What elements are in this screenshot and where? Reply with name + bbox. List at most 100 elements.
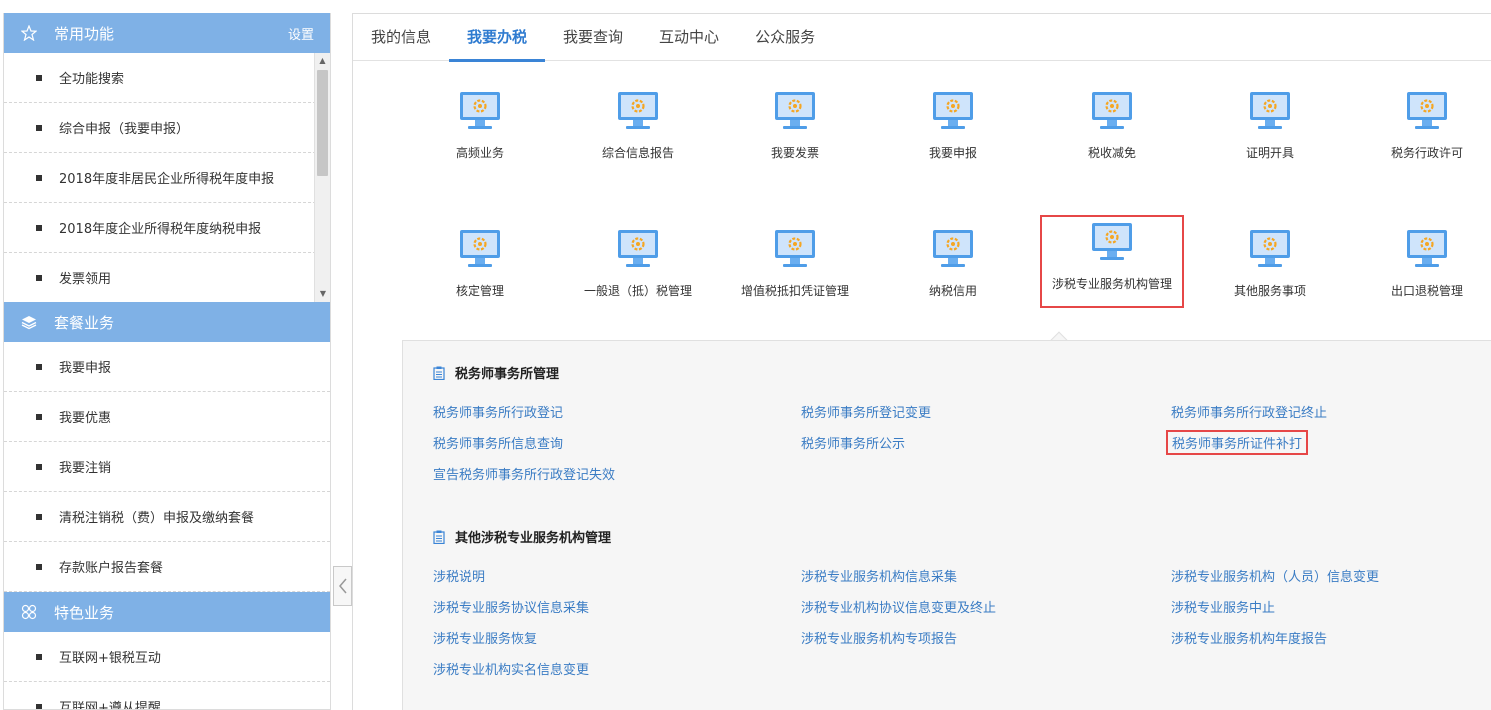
link-service-annual-report[interactable]: 涉税专业服务机构年度报告 <box>1171 628 1327 647</box>
sidebar-section-special[interactable]: 特色业务 <box>4 592 330 632</box>
monitor-icon <box>933 92 973 129</box>
list-item[interactable]: 清税注销税（费）申报及缴纳套餐 <box>4 492 330 542</box>
service-tile[interactable]: 我要申报 <box>878 90 1028 170</box>
list-item-label: 综合申报（我要申报） <box>59 122 190 137</box>
list-item[interactable]: 存款账户报告套餐 <box>4 542 330 592</box>
group-title-text: 税务师事务所管理 <box>455 367 560 382</box>
monitor-icon <box>618 230 658 267</box>
service-tile-label: 税务行政许可 <box>1390 146 1463 160</box>
tab-tax-handling[interactable]: 我要办税 <box>449 14 546 62</box>
list-item-label: 互联网+银税互动 <box>59 651 161 666</box>
list-item[interactable]: 2018年度非居民企业所得税年度申报 <box>4 153 316 203</box>
star-icon <box>20 24 38 42</box>
service-tile[interactable]: 涉税专业服务机构管理 <box>1040 215 1184 308</box>
monitor-icon <box>1407 230 1447 267</box>
list-item-label: 发票领用 <box>59 272 112 287</box>
tab-interaction[interactable]: 互动中心 <box>641 14 737 61</box>
bullet-icon <box>36 513 42 520</box>
package-list: 我要申报 我要优惠 我要注销 清税注销税（费）申报及缴纳套餐 存款账户报告套餐 <box>4 342 330 592</box>
list-item-label: 2018年度非居民企业所得税年度申报 <box>59 172 275 187</box>
link-service-org-info-change[interactable]: 涉税专业服务机构（人员）信息变更 <box>1171 566 1379 585</box>
list-item[interactable]: 互联网+遵从提醒 <box>4 682 330 710</box>
bullet-icon <box>36 224 42 231</box>
list-item-label: 互联网+遵从提醒 <box>59 701 161 710</box>
monitor-icon <box>460 230 500 267</box>
link-agency-registration-termination[interactable]: 税务师事务所行政登记终止 <box>1171 402 1327 421</box>
list-item-label: 清税注销税（费）申报及缴纳套餐 <box>59 511 255 526</box>
sidebar-section-common[interactable]: 常用功能 设置 <box>4 13 330 53</box>
sidebar-section-package[interactable]: 套餐业务 <box>4 302 330 342</box>
service-tile-label: 涉税专业服务机构管理 <box>1051 277 1172 291</box>
link-agency-registration[interactable]: 税务师事务所行政登记 <box>433 402 563 421</box>
link-realname-info-change[interactable]: 涉税专业机构实名信息变更 <box>433 659 589 678</box>
list-item-label: 存款账户报告套餐 <box>59 561 164 576</box>
service-tile[interactable]: 其他服务事项 <box>1195 228 1345 308</box>
tab-my-info[interactable]: 我的信息 <box>353 14 449 61</box>
link-agency-publicity[interactable]: 税务师事务所公示 <box>801 433 905 452</box>
monitor-icon <box>1092 92 1132 129</box>
service-tile-label: 纳税信用 <box>928 284 977 298</box>
scrollbar[interactable]: ▲ ▼ <box>314 53 330 302</box>
group-title-other-agency: 其他涉税专业服务机构管理 <box>433 527 611 546</box>
link-service-resume[interactable]: 涉税专业服务恢复 <box>433 628 537 647</box>
monitor-icon <box>1092 223 1132 260</box>
clipboard-icon <box>433 366 445 380</box>
link-agency-registration-change[interactable]: 税务师事务所登记变更 <box>801 402 931 421</box>
bullet-icon <box>36 124 42 131</box>
scroll-up-icon[interactable]: ▲ <box>315 53 330 69</box>
service-tile[interactable]: 证明开具 <box>1195 90 1345 170</box>
list-item[interactable]: 互联网+银税互动 <box>4 632 330 682</box>
service-tile[interactable]: 税务行政许可 <box>1352 90 1491 170</box>
service-tile[interactable]: 一般退（抵）税管理 <box>563 228 713 308</box>
bullet-icon <box>36 413 42 420</box>
service-tile[interactable]: 出口退税管理 <box>1352 228 1491 308</box>
group-title-text: 其他涉税专业服务机构管理 <box>455 531 612 546</box>
list-item[interactable]: 全功能搜索 <box>4 53 316 103</box>
scroll-down-icon[interactable]: ▼ <box>315 286 330 302</box>
service-tile-label: 我要发票 <box>770 146 819 160</box>
monitor-icon <box>775 92 815 129</box>
bullet-icon <box>36 363 42 370</box>
link-agency-info-query[interactable]: 税务师事务所信息查询 <box>433 433 563 452</box>
link-agency-registration-invalid[interactable]: 宣告税务师事务所行政登记失效 <box>433 464 615 483</box>
tab-query[interactable]: 我要查询 <box>545 14 641 61</box>
service-tile[interactable]: 核定管理 <box>405 228 555 308</box>
list-item[interactable]: 2018年度企业所得税年度纳税申报 <box>4 203 316 253</box>
special-list: 互联网+银税互动 互联网+遵从提醒 <box>4 632 330 710</box>
link-service-agreement-change[interactable]: 涉税专业机构协议信息变更及终止 <box>801 597 996 616</box>
section-title: 特色业务 <box>54 603 115 622</box>
monitor-icon <box>1407 92 1447 129</box>
service-tile[interactable]: 增值税抵扣凭证管理 <box>720 228 870 308</box>
section-title: 套餐业务 <box>54 313 115 332</box>
service-tile-label: 一般退（抵）税管理 <box>583 284 692 298</box>
chevron-left-icon <box>338 578 347 594</box>
service-tile-label: 增值税抵扣凭证管理 <box>740 284 849 298</box>
monitor-icon <box>933 230 973 267</box>
main-panel: 我的信息 我要办税 我要查询 互动中心 公众服务 高频业务 综合信息报告 我要发票 我… <box>352 13 1491 710</box>
service-tile-label: 我要申报 <box>928 146 977 160</box>
service-tile-label: 出口退税管理 <box>1390 284 1463 298</box>
tab-public-service[interactable]: 公众服务 <box>737 14 833 61</box>
link-agency-certificate-reprint[interactable]: 税务师事务所证件补打 <box>1166 430 1309 455</box>
link-service-suspend[interactable]: 涉税专业服务中止 <box>1171 597 1275 616</box>
list-item[interactable]: 综合申报（我要申报） <box>4 103 316 153</box>
scrollbar-thumb[interactable] <box>317 70 328 176</box>
list-item[interactable]: 我要注销 <box>4 442 330 492</box>
link-service-agreement-collect[interactable]: 涉税专业服务协议信息采集 <box>433 597 589 616</box>
link-service-special-report[interactable]: 涉税专业服务机构专项报告 <box>801 628 957 647</box>
service-tile[interactable]: 综合信息报告 <box>563 90 713 170</box>
list-item[interactable]: 我要申报 <box>4 342 330 392</box>
list-item-label: 我要申报 <box>59 361 112 376</box>
service-tile[interactable]: 税收减免 <box>1037 90 1187 170</box>
service-tile[interactable]: 高频业务 <box>405 90 555 170</box>
list-item[interactable]: 发票领用 <box>4 253 316 302</box>
bullet-icon <box>36 563 42 570</box>
bullet-icon <box>36 703 42 709</box>
link-service-org-info-collect[interactable]: 涉税专业服务机构信息采集 <box>801 566 957 585</box>
service-tile[interactable]: 我要发票 <box>720 90 870 170</box>
list-item[interactable]: 我要优惠 <box>4 392 330 442</box>
service-tile[interactable]: 纳税信用 <box>878 228 1028 308</box>
settings-link[interactable]: 设置 <box>288 24 314 43</box>
collapse-sidebar-button[interactable] <box>333 566 352 606</box>
link-tax-explanation[interactable]: 涉税说明 <box>433 566 485 585</box>
